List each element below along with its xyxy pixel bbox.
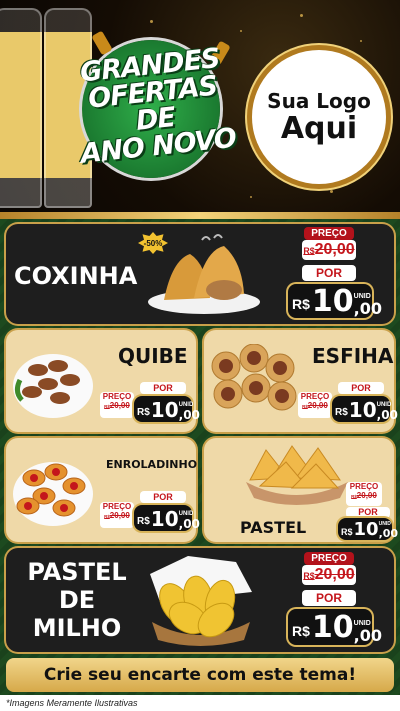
price-integer: 10	[150, 398, 179, 422]
old-price-tag: R$20,00	[302, 240, 356, 260]
por-label: POR	[140, 491, 186, 503]
price-tag: R$ 10 UNID ,00	[288, 284, 382, 319]
old-price: 20,00	[314, 241, 355, 258]
discount-text: -50%	[143, 238, 163, 248]
price-integer: 10	[150, 507, 179, 531]
currency: R$	[137, 516, 150, 527]
product-name-line: MILHO	[32, 614, 122, 642]
product-name: PASTEL	[240, 518, 307, 537]
hero-banner: GRANDES OFERTAS DE ANO NOVO Sua Logo Aqu…	[0, 0, 400, 212]
logo-text: Sua Logo	[267, 89, 371, 113]
price-decimal: ,00	[353, 299, 382, 318]
old-price: 20,00	[109, 511, 130, 520]
por-label: POR	[302, 265, 356, 281]
price-integer: 10	[348, 398, 377, 422]
por-text: POR	[315, 591, 342, 605]
cta-button[interactable]: Crie seu encarte com este tema!	[6, 658, 394, 692]
old-price-tag: R$20,00	[302, 565, 356, 585]
preco-text: PREÇO	[102, 392, 132, 401]
currency: R$	[341, 527, 353, 537]
currency: R$	[303, 246, 315, 256]
old-price: 20,00	[307, 401, 328, 410]
currency: R$	[137, 407, 150, 418]
old-price-tag: PREÇO R$20,00	[100, 392, 134, 418]
price-tag: R$ 10 UNID ,00	[332, 396, 398, 422]
pastel-image	[246, 445, 348, 505]
por-label: POR	[302, 590, 356, 606]
currency: R$	[292, 296, 310, 312]
price-decimal: ,00	[376, 408, 398, 422]
currency: R$	[303, 571, 315, 581]
currency: R$	[292, 623, 310, 639]
price-decimal: ,00	[178, 408, 200, 422]
por-label: POR	[338, 382, 384, 394]
pastel-de-milho-image	[150, 556, 252, 646]
por-text: POR	[153, 383, 173, 393]
preco-label: PREÇO	[304, 227, 354, 240]
old-price: 20,00	[109, 401, 130, 410]
preco-text: PREÇO	[102, 502, 132, 511]
old-price-tag: PREÇO R$20,00	[346, 482, 382, 506]
logo-placeholder[interactable]: Sua Logo Aqui	[252, 50, 386, 184]
old-price: 20,00	[356, 491, 377, 500]
old-price-tag: PREÇO R$20,00	[298, 392, 332, 418]
preco-text: PREÇO	[311, 553, 347, 564]
price-tag: R$ 10 UNID ,00	[134, 396, 200, 422]
por-label: POR	[346, 507, 390, 518]
quibe-image	[13, 354, 93, 418]
headline: GRANDES OFERTAS DE ANO NOVO	[61, 43, 247, 170]
product-name: ESFIHA	[312, 344, 394, 368]
price-tag: R$ 10 UNID ,00	[288, 609, 382, 645]
champagne-glass-icon	[0, 8, 42, 208]
disclaimer: *Imagens Meramente Ilustrativas	[0, 695, 400, 711]
price-decimal: ,00	[178, 517, 200, 531]
price-tag: R$ 10 UNID ,00	[338, 518, 398, 540]
esfiha-image	[211, 344, 297, 411]
product-name-line: PASTEL	[27, 558, 127, 586]
old-price: 20,00	[314, 566, 355, 583]
price-integer: 10	[353, 519, 379, 540]
product-name: ENROLADINHO	[106, 458, 198, 471]
enroladinho-image	[13, 462, 93, 526]
product-name: QUIBE	[118, 344, 188, 368]
bottle-icon	[91, 30, 113, 56]
product-name: COXINHA	[14, 262, 138, 290]
old-price-tag: PREÇO R$20,00	[100, 502, 134, 528]
por-label: POR	[140, 382, 186, 394]
preco-text: PREÇO	[311, 228, 347, 239]
price-tag: R$ 10 UNID ,00	[134, 505, 200, 531]
por-text: POR	[351, 383, 371, 393]
product-name-line: DE	[58, 586, 96, 614]
preco-text: PREÇO	[349, 482, 379, 491]
por-text: POR	[315, 266, 342, 280]
product-name: PASTEL DE MILHO	[22, 558, 132, 642]
price-integer: 10	[311, 610, 354, 645]
logo-text: Aqui	[280, 111, 358, 146]
preco-label: PREÇO	[304, 552, 354, 565]
divider	[0, 212, 400, 219]
preco-text: PREÇO	[300, 392, 330, 401]
currency: R$	[335, 407, 348, 418]
price-decimal: ,00	[353, 626, 382, 645]
price-decimal: ,00	[378, 527, 399, 540]
por-text: POR	[153, 492, 173, 502]
price-integer: 10	[311, 284, 354, 319]
por-text: POR	[358, 507, 378, 517]
